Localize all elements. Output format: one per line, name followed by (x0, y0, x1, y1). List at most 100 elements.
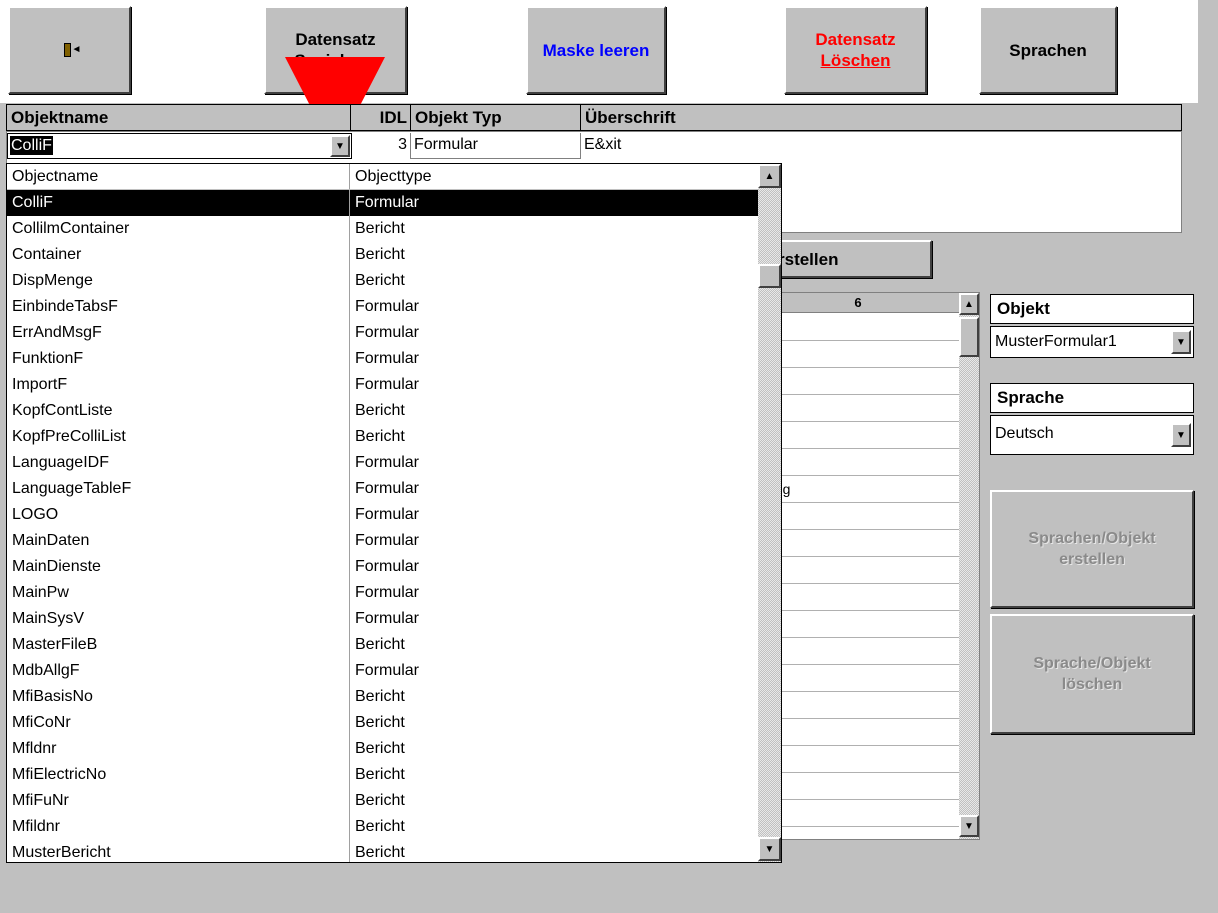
grid-row[interactable]: ang (757, 476, 959, 503)
delete-record-button[interactable]: Datensatz Löschen (784, 6, 927, 94)
grid-column-header: 6 (757, 293, 959, 313)
create-translation-button[interactable]: rstellen (756, 240, 932, 278)
dropdown-scrollbar[interactable]: ▲ ▼ (758, 164, 781, 862)
dropdown-list-item[interactable]: MfiElectricNo Bericht (7, 762, 781, 788)
sprache-label: Sprache (990, 383, 1194, 413)
dropdown-list-item[interactable]: MainSysV Formular (7, 606, 781, 632)
grid-row[interactable] (757, 422, 959, 449)
objektname-dropdown-button[interactable]: ▼ (330, 135, 350, 157)
create-language-object-line2: erstellen (1059, 551, 1125, 568)
dropdown-list-item[interactable]: EinbindeTabsF Formular (7, 294, 781, 320)
dropdown-list-item[interactable]: MusterBericht Bericht (7, 840, 781, 862)
dropdown-item-objectname: MainDienste (7, 554, 350, 580)
grid-scrollbar[interactable]: ▲ ▼ (959, 293, 979, 839)
dropdown-item-objectname: FunktionF (7, 346, 350, 372)
objektname-header: Objektname (7, 105, 351, 131)
dropdown-list-item[interactable]: KopfContListe Bericht (7, 398, 781, 424)
grid-scroll-down-button[interactable]: ▼ (959, 815, 979, 837)
grid-row[interactable]: ия (757, 746, 959, 773)
chevron-down-icon: ▼ (964, 820, 974, 832)
dropdown-scroll-down-button[interactable]: ▼ (758, 837, 781, 861)
grid-row[interactable] (757, 692, 959, 719)
dropdown-list-item[interactable]: MainDaten Formular (7, 528, 781, 554)
dropdown-list-item[interactable]: CollilmContainer Bericht (7, 216, 781, 242)
dropdown-item-objectname: MfiElectricNo (7, 762, 350, 788)
dropdown-item-objecttype: Bericht (355, 688, 405, 705)
delete-language-object-line2: löschen (1061, 676, 1123, 693)
dropdown-list-item[interactable]: MasterFileB Bericht (7, 632, 781, 658)
grid-row[interactable] (757, 557, 959, 584)
dropdown-list-item[interactable]: Container Bericht (7, 242, 781, 268)
dropdown-list-item[interactable]: ErrAndMsgF Formular (7, 320, 781, 346)
dropdown-item-objecttype: Formular (355, 506, 420, 523)
dropdown-scroll-up-button[interactable]: ▲ (758, 164, 781, 188)
objekt-combo[interactable]: MusterFormular1 ▼ (990, 326, 1194, 358)
dropdown-list-item[interactable]: Mfildnr Bericht (7, 814, 781, 840)
grid-row[interactable]: a (757, 530, 959, 557)
dropdown-item-objectname: LanguageIDF (7, 450, 350, 476)
objektname-combo[interactable]: ColliF ▼ (7, 133, 352, 159)
grid-row[interactable]: nt (757, 503, 959, 530)
grid-row[interactable] (757, 665, 959, 692)
dropdown-item-objectname: DispMenge (7, 268, 350, 294)
sprache-combo[interactable]: Deutsch ▼ (990, 415, 1194, 455)
grid-scroll-thumb[interactable] (959, 317, 979, 357)
dropdown-list-item[interactable]: MdbAllgF Formular (7, 658, 781, 684)
objektname-dropdown-list[interactable]: Objectname Objecttype ColliF Formular Coll… (6, 163, 782, 863)
grid-row[interactable] (757, 584, 959, 611)
delete-language-object-button[interactable]: Sprache/Objekt löschen (990, 614, 1194, 734)
sprache-value: Deutsch (995, 425, 1054, 442)
dropdown-item-objecttype: Formular (355, 532, 420, 549)
objekt-typ-value[interactable]: Formular (411, 133, 581, 159)
dropdown-item-objectname: KopfPreColliList (7, 424, 350, 450)
dropdown-item-objecttype: Bericht (355, 714, 405, 731)
clear-form-button[interactable]: Maske leeren (526, 6, 666, 94)
ueberschrift-value[interactable]: E&xit (581, 133, 1179, 159)
grid-row[interactable]: : (757, 314, 959, 341)
dropdown-list-item[interactable]: Mfldnr Bericht (7, 736, 781, 762)
dropdown-list-item[interactable]: MfiCoNr Bericht (7, 710, 781, 736)
grid-row[interactable] (757, 341, 959, 368)
dropdown-list-item[interactable]: MainDienste Formular (7, 554, 781, 580)
dropdown-list-item[interactable]: ColliF Formular (7, 190, 781, 216)
grid-row[interactable] (757, 611, 959, 638)
grid-row[interactable] (757, 368, 959, 395)
dropdown-list-item[interactable]: KopfPreColliList Bericht (7, 424, 781, 450)
dropdown-list-item[interactable]: MfiBasisNo Bericht (7, 684, 781, 710)
dropdown-item-objectname: MfiFuNr (7, 788, 350, 814)
dropdown-list-item[interactable]: LanguageIDF Formular (7, 450, 781, 476)
dropdown-list-item[interactable]: FunktionF Formular (7, 346, 781, 372)
grid-scroll-up-button[interactable]: ▲ (959, 293, 979, 315)
dropdown-list-item[interactable]: DispMenge Bericht (7, 268, 781, 294)
languages-label: Sprachen (1009, 40, 1087, 60)
grid-row[interactable] (757, 800, 959, 827)
create-language-object-button[interactable]: Sprachen/Objekt erstellen (990, 490, 1194, 608)
objekt-dropdown-button[interactable]: ▼ (1171, 330, 1191, 354)
dropdown-item-objecttype: Bericht (355, 402, 405, 419)
sprache-dropdown-button[interactable]: ▼ (1171, 423, 1191, 447)
dropdown-item-objecttype: Bericht (355, 220, 405, 237)
grid-row[interactable] (757, 719, 959, 746)
dropdown-scroll-thumb[interactable] (758, 264, 781, 288)
dropdown-item-objectname: ErrAndMsgF (7, 320, 350, 346)
grid-row[interactable] (757, 773, 959, 800)
chevron-down-icon: ▼ (764, 843, 775, 855)
exit-button[interactable]: ◄ (8, 6, 131, 94)
grid-row[interactable] (757, 449, 959, 476)
languages-button[interactable]: Sprachen (979, 6, 1117, 94)
dropdown-item-objecttype: Bericht (355, 428, 405, 445)
dropdown-list-item[interactable]: MainPw Formular (7, 580, 781, 606)
dropdown-list-item[interactable]: LanguageTableF Formular (7, 476, 781, 502)
dropdown-item-objectname: Mfildnr (7, 814, 350, 840)
grid-row[interactable] (757, 638, 959, 665)
ueberschrift-header: Überschrift (581, 105, 1181, 131)
dropdown-item-objectname: EinbindeTabsF (7, 294, 350, 320)
dropdown-item-objecttype: Formular (355, 584, 420, 601)
objekt-value: MusterFormular1 (995, 333, 1117, 350)
dropdown-item-objecttype: Bericht (355, 740, 405, 757)
dropdown-list-item[interactable]: LOGO Formular (7, 502, 781, 528)
dropdown-list-item[interactable]: ImportF Formular (7, 372, 781, 398)
grid-row[interactable] (757, 827, 959, 839)
dropdown-list-item[interactable]: MfiFuNr Bericht (7, 788, 781, 814)
grid-row[interactable] (757, 395, 959, 422)
